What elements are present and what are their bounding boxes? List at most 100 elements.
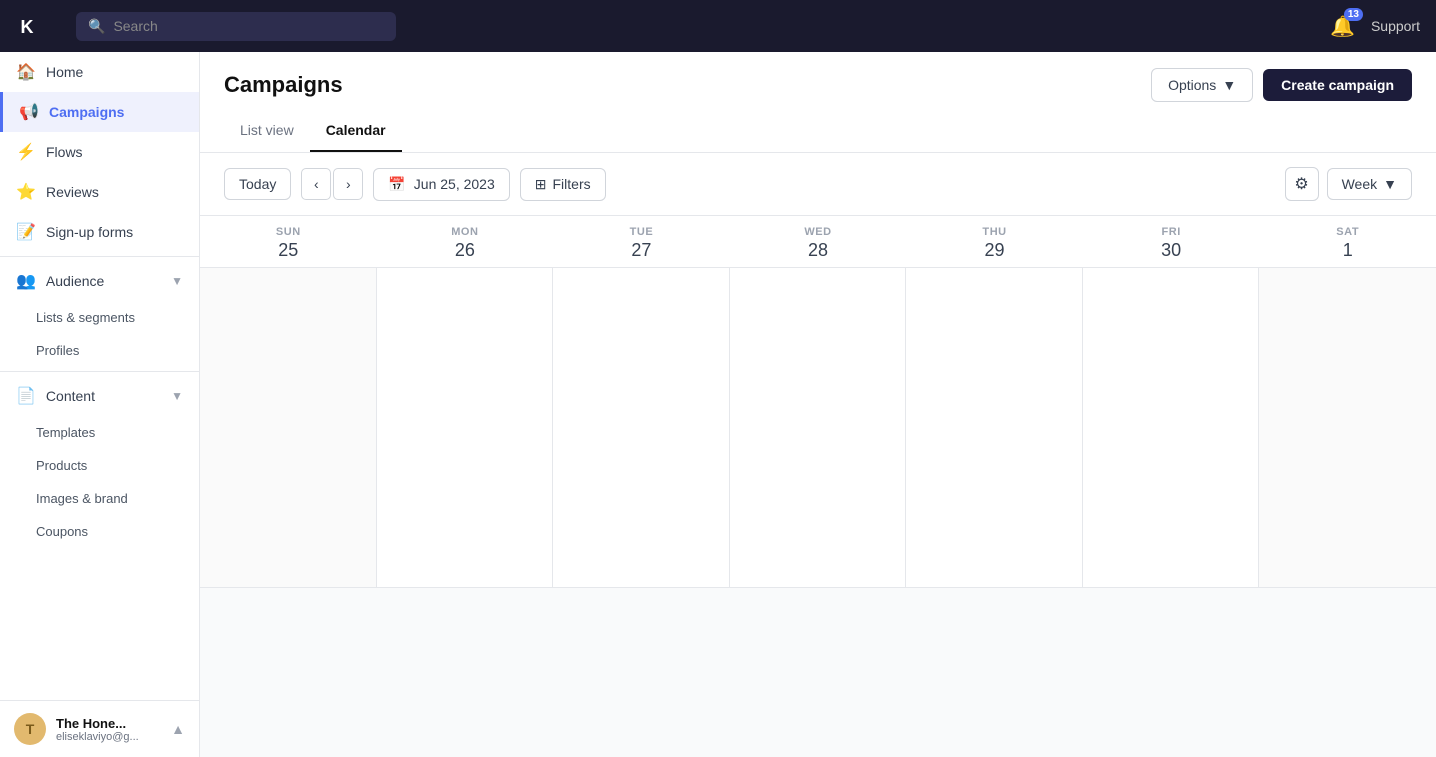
day-num: 1 bbox=[1259, 240, 1436, 261]
day-name: WED bbox=[730, 226, 907, 238]
sidebar-item-campaigns-label: Campaigns bbox=[49, 104, 124, 120]
calendar-day-header-sun: SUN 25 bbox=[200, 216, 377, 267]
audience-section-label: Audience bbox=[46, 273, 104, 289]
date-display[interactable]: 📅 Jun 25, 2023 bbox=[373, 168, 509, 201]
campaigns-icon: 📢 bbox=[19, 102, 39, 122]
day-num: 29 bbox=[906, 240, 1083, 261]
page-title: Campaigns bbox=[224, 72, 343, 98]
create-campaign-button[interactable]: Create campaign bbox=[1263, 69, 1412, 101]
templates-label: Templates bbox=[36, 425, 95, 440]
next-week-button[interactable]: › bbox=[333, 168, 363, 200]
calendar-day-header-thu: THU 29 bbox=[906, 216, 1083, 267]
sidebar-item-templates[interactable]: Templates bbox=[0, 416, 199, 449]
day-name: TUE bbox=[553, 226, 730, 238]
content-icon: 📄 bbox=[16, 386, 36, 406]
divider-1 bbox=[0, 256, 199, 257]
sidebar-item-signup-forms-label: Sign-up forms bbox=[46, 224, 133, 240]
sidebar-item-campaigns[interactable]: 📢 Campaigns bbox=[0, 92, 199, 132]
calendar-grid: SUN 25 MON 26 TUE 27 WED 28 THU 29 FRI 3… bbox=[200, 216, 1436, 757]
nav-arrows: ‹ › bbox=[301, 168, 363, 200]
date-text: Jun 25, 2023 bbox=[414, 176, 495, 192]
tab-calendar[interactable]: Calendar bbox=[310, 114, 402, 152]
audience-icon: 👥 bbox=[16, 271, 36, 291]
user-info: The Hone... eliseklaviyo@g... bbox=[56, 716, 161, 743]
search-bar[interactable]: 🔍 bbox=[76, 12, 396, 41]
products-label: Products bbox=[36, 458, 87, 473]
reviews-icon: ⭐ bbox=[16, 182, 36, 202]
filters-label: Filters bbox=[553, 176, 591, 192]
options-button[interactable]: Options ▼ bbox=[1151, 68, 1253, 102]
calendar-header-row: SUN 25 MON 26 TUE 27 WED 28 THU 29 FRI 3… bbox=[200, 216, 1436, 268]
content-chevron-icon: ▼ bbox=[171, 389, 183, 403]
day-name: SAT bbox=[1259, 226, 1436, 238]
calendar-cell-sun[interactable] bbox=[200, 268, 377, 588]
images-brand-label: Images & brand bbox=[36, 491, 128, 506]
home-icon: 🏠 bbox=[16, 62, 36, 82]
search-input[interactable] bbox=[113, 18, 384, 34]
tab-list-view[interactable]: List view bbox=[224, 114, 310, 152]
user-name: The Hone... bbox=[56, 716, 161, 731]
calendar-settings-button[interactable]: ⚙ bbox=[1285, 167, 1319, 201]
day-num: 27 bbox=[553, 240, 730, 261]
support-link[interactable]: Support bbox=[1371, 18, 1420, 34]
prev-week-button[interactable]: ‹ bbox=[301, 168, 331, 200]
calendar-cell-mon[interactable] bbox=[377, 268, 554, 588]
user-chevron-icon: ▲ bbox=[171, 721, 185, 737]
filters-button[interactable]: ⊞ Filters bbox=[520, 168, 606, 201]
sidebar: 🏠 Home 📢 Campaigns ⚡ Flows ⭐ Reviews 📝 S… bbox=[0, 52, 200, 757]
calendar-day-header-fri: FRI 30 bbox=[1083, 216, 1260, 267]
svg-text:K: K bbox=[21, 17, 34, 37]
sidebar-item-flows[interactable]: ⚡ Flows bbox=[0, 132, 199, 172]
calendar-day-header-tue: TUE 27 bbox=[553, 216, 730, 267]
day-name: SUN bbox=[200, 226, 377, 238]
search-icon: 🔍 bbox=[88, 18, 105, 35]
calendar-day-header-wed: WED 28 bbox=[730, 216, 907, 267]
user-email: eliseklaviyo@g... bbox=[56, 731, 161, 743]
day-name: THU bbox=[906, 226, 1083, 238]
notification-bell[interactable]: 🔔 13 bbox=[1330, 14, 1355, 39]
calendar-cell-fri[interactable] bbox=[1083, 268, 1260, 588]
calendar-cell-thu[interactable] bbox=[906, 268, 1083, 588]
divider-2 bbox=[0, 371, 199, 372]
filter-icon: ⊞ bbox=[535, 176, 547, 193]
calendar-day-header-mon: MON 26 bbox=[377, 216, 554, 267]
navbar: K 🔍 🔔 13 Support bbox=[0, 0, 1436, 52]
page-header: Campaigns Options ▼ Create campaign List… bbox=[200, 52, 1436, 153]
sidebar-item-signup-forms[interactable]: 📝 Sign-up forms bbox=[0, 212, 199, 252]
content-area: Campaigns Options ▼ Create campaign List… bbox=[200, 52, 1436, 757]
calendar-cell-wed[interactable] bbox=[730, 268, 907, 588]
day-num: 26 bbox=[377, 240, 554, 261]
prev-icon: ‹ bbox=[314, 176, 319, 192]
logo[interactable]: K bbox=[16, 8, 52, 44]
sidebar-item-flows-label: Flows bbox=[46, 144, 83, 160]
week-label: Week bbox=[1342, 176, 1378, 192]
week-chevron-icon: ▼ bbox=[1383, 176, 1397, 192]
user-profile-area[interactable]: T The Hone... eliseklaviyo@g... ▲ bbox=[0, 700, 199, 757]
sidebar-item-reviews-label: Reviews bbox=[46, 184, 99, 200]
day-name: MON bbox=[377, 226, 554, 238]
profiles-label: Profiles bbox=[36, 343, 79, 358]
sidebar-item-reviews[interactable]: ⭐ Reviews bbox=[0, 172, 199, 212]
flows-icon: ⚡ bbox=[16, 142, 36, 162]
sidebar-item-images-brand[interactable]: Images & brand bbox=[0, 482, 199, 515]
calendar-icon: 📅 bbox=[388, 176, 405, 193]
calendar-cell-tue[interactable] bbox=[553, 268, 730, 588]
content-section-label: Content bbox=[46, 388, 95, 404]
notification-count: 13 bbox=[1344, 8, 1363, 21]
avatar: T bbox=[14, 713, 46, 745]
sidebar-content-header[interactable]: 📄 Content ▼ bbox=[0, 376, 199, 416]
today-button[interactable]: Today bbox=[224, 168, 291, 200]
sidebar-item-home[interactable]: 🏠 Home bbox=[0, 52, 199, 92]
week-select[interactable]: Week ▼ bbox=[1327, 168, 1412, 200]
calendar-cell-sat[interactable] bbox=[1259, 268, 1436, 588]
sidebar-item-coupons[interactable]: Coupons bbox=[0, 515, 199, 548]
day-name: FRI bbox=[1083, 226, 1260, 238]
audience-chevron-icon: ▼ bbox=[171, 274, 183, 288]
sidebar-item-profiles[interactable]: Profiles bbox=[0, 334, 199, 367]
sidebar-audience-header[interactable]: 👥 Audience ▼ bbox=[0, 261, 199, 301]
toolbar-right: ⚙ Week ▼ bbox=[1285, 167, 1412, 201]
day-num: 30 bbox=[1083, 240, 1260, 261]
calendar-toolbar: Today ‹ › 📅 Jun 25, 2023 ⊞ Filters ⚙ bbox=[200, 153, 1436, 216]
sidebar-item-lists-segments[interactable]: Lists & segments bbox=[0, 301, 199, 334]
sidebar-item-products[interactable]: Products bbox=[0, 449, 199, 482]
